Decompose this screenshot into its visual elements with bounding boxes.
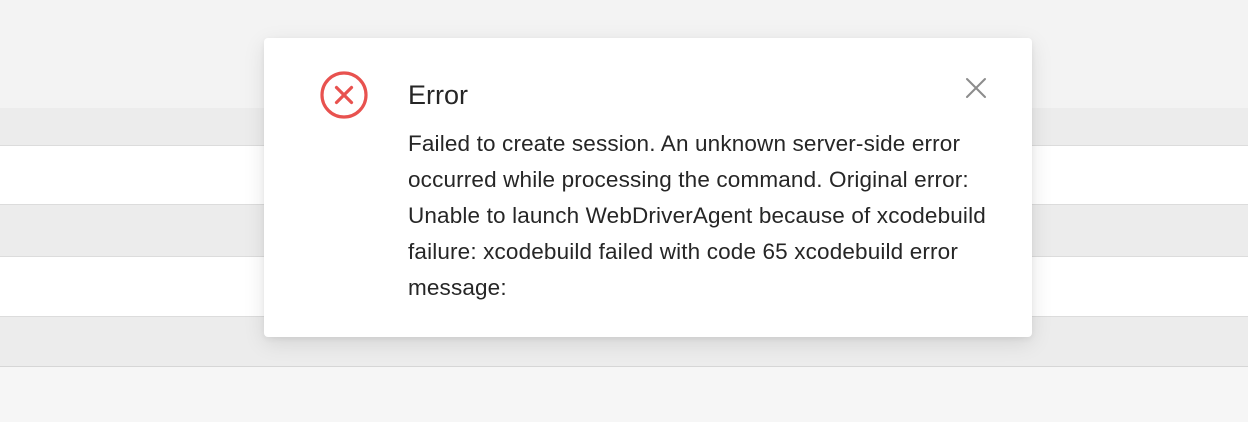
error-circle-x-icon xyxy=(320,71,368,119)
dialog-message: Failed to create session. An unknown ser… xyxy=(408,131,986,300)
background-footer xyxy=(0,367,1248,422)
close-icon xyxy=(966,78,986,98)
dialog-title: Error xyxy=(408,80,468,110)
close-button[interactable] xyxy=(962,74,990,102)
error-dialog: Error Failed to create session. An unkno… xyxy=(264,38,1032,337)
